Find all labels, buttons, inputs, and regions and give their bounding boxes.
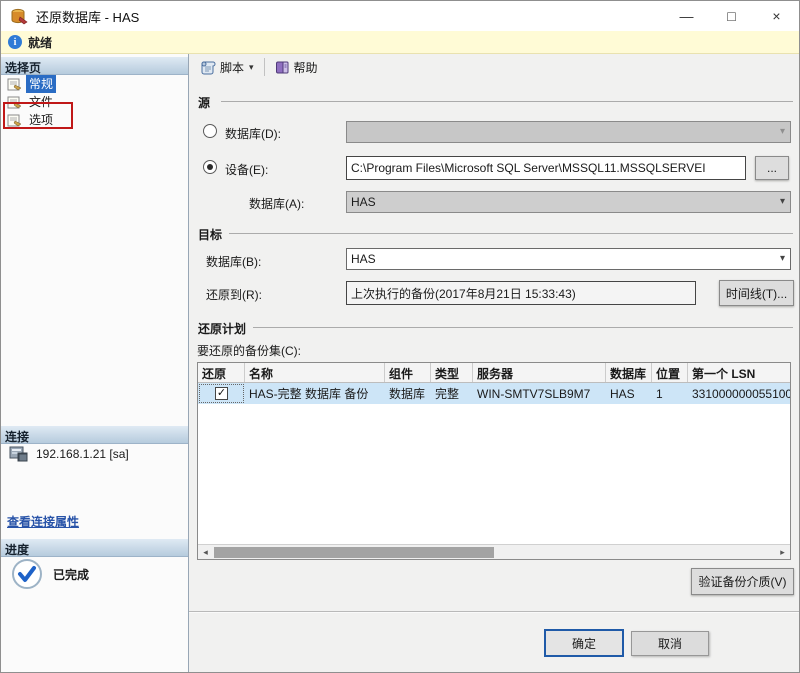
minimize-button[interactable]: — xyxy=(664,1,709,31)
column-header-restore[interactable]: 还原 xyxy=(198,363,245,382)
device-path-input[interactable]: C:\Program Files\Microsoft SQL Server\MS… xyxy=(346,156,746,180)
window-controls: — □ × xyxy=(664,1,799,31)
cancel-button[interactable]: 取消 xyxy=(631,631,709,656)
chevron-down-icon: ▾ xyxy=(249,62,254,73)
view-connection-properties-link[interactable]: 查看连接属性 xyxy=(7,513,79,530)
cell-component: 数据库 xyxy=(385,383,431,404)
footer-separator xyxy=(189,611,800,613)
browse-button[interactable]: ... xyxy=(755,156,789,180)
source-group-line xyxy=(221,101,793,102)
script-icon xyxy=(200,60,216,75)
help-icon xyxy=(275,60,290,75)
cell-database: HAS xyxy=(606,383,652,404)
restore-plan-group-line xyxy=(253,327,793,328)
page-icon xyxy=(7,78,22,91)
target-group-title: 目标 xyxy=(198,226,222,243)
cell-server: WIN-SMTV7SLB9M7 xyxy=(473,383,606,404)
cell-name: HAS-完整 数据库 备份 xyxy=(245,383,385,404)
connection-entry: 192.168.1.21 [sa] xyxy=(9,446,129,462)
window-title: 还原数据库 - HAS xyxy=(36,7,139,26)
chevron-down-icon: ▾ xyxy=(780,126,785,137)
source-database-value: HAS xyxy=(351,195,376,209)
backup-sets-label: 要还原的备份集(C): xyxy=(197,342,301,359)
title-bar: 还原数据库 - HAS — □ × xyxy=(1,1,799,31)
restore-to-input[interactable]: 上次执行的备份(2017年8月21日 15:33:43) xyxy=(346,281,696,305)
device-radio[interactable] xyxy=(203,160,217,174)
progress-status-row: 已完成 xyxy=(11,558,89,590)
source-database-label: 数据库(A): xyxy=(249,195,304,212)
done-check-icon xyxy=(11,558,43,590)
restore-database-icon xyxy=(11,8,28,25)
backup-sets-table: 还原 名称 组件 类型 服务器 数据库 位置 第一个 LSN ✓ HAS-完整 … xyxy=(197,362,791,560)
target-database-select[interactable]: HAS ▾ xyxy=(346,248,791,270)
restore-to-label: 还原到(R): xyxy=(206,286,262,303)
connection-name: 192.168.1.21 [sa] xyxy=(36,447,129,461)
restore-plan-group-title: 还原计划 xyxy=(198,320,246,337)
cell-first-lsn: 33100000005510003 xyxy=(688,383,790,404)
target-group-line xyxy=(229,233,793,234)
table-header-row: 还原 名称 组件 类型 服务器 数据库 位置 第一个 LSN xyxy=(198,363,790,383)
progress-header: 进度 xyxy=(1,539,188,557)
column-header-component[interactable]: 组件 xyxy=(385,363,431,382)
info-icon: i xyxy=(8,35,22,49)
target-database-label: 数据库(B): xyxy=(206,253,261,270)
database-radio[interactable] xyxy=(203,124,217,138)
column-header-position[interactable]: 位置 xyxy=(652,363,688,382)
sidebar-item-label: 常规 xyxy=(26,75,56,93)
scrollbar-thumb[interactable] xyxy=(214,547,494,558)
close-button[interactable]: × xyxy=(754,1,799,31)
cell-type: 完整 xyxy=(431,383,473,404)
source-database-combo: ▾ xyxy=(346,121,791,143)
scroll-right-icon[interactable]: ▸ xyxy=(775,545,790,560)
help-button[interactable]: 帮助 xyxy=(270,57,323,78)
column-header-server[interactable]: 服务器 xyxy=(473,363,606,382)
help-label: 帮助 xyxy=(294,59,318,76)
timeline-button[interactable]: 时间线(T)... xyxy=(719,280,794,306)
column-header-database[interactable]: 数据库 xyxy=(606,363,652,382)
device-radio-label: 设备(E): xyxy=(225,161,268,178)
script-label: 脚本 xyxy=(220,59,244,76)
source-group-title: 源 xyxy=(198,94,210,111)
server-icon xyxy=(9,446,29,462)
target-database-value: HAS xyxy=(351,252,376,266)
red-annotation-box xyxy=(3,102,73,129)
script-button[interactable]: 脚本 ▾ xyxy=(195,57,259,78)
main-panel: 脚本 ▾ 帮助 源 数据库(D): ▾ 设备(E): C:\Program Fi… xyxy=(189,54,800,673)
verify-backup-media-button[interactable]: 验证备份介质(V) xyxy=(691,568,794,595)
database-radio-label: 数据库(D): xyxy=(225,125,281,142)
chevron-down-icon: ▾ xyxy=(780,196,785,207)
source-database-select[interactable]: HAS ▾ xyxy=(346,191,791,213)
connection-header: 连接 xyxy=(1,426,188,444)
status-text: 就绪 xyxy=(28,34,52,51)
progress-status-text: 已完成 xyxy=(53,566,89,583)
toolbar-separator xyxy=(264,58,265,76)
column-header-type[interactable]: 类型 xyxy=(431,363,473,382)
sidebar-item-general[interactable]: 常规 xyxy=(7,75,56,93)
select-page-header: 选择页 xyxy=(1,57,188,75)
maximize-button[interactable]: □ xyxy=(709,1,754,31)
table-row[interactable]: ✓ HAS-完整 数据库 备份 数据库 完整 WIN-SMTV7SLB9M7 H… xyxy=(198,383,790,404)
column-header-name[interactable]: 名称 xyxy=(245,363,385,382)
toolbar: 脚本 ▾ 帮助 xyxy=(189,54,800,80)
restore-checkbox[interactable]: ✓ xyxy=(215,387,228,400)
horizontal-scrollbar[interactable]: ◂ ▸ xyxy=(198,544,790,559)
sidebar: 选择页 常规 文件 选项 连接 xyxy=(1,54,189,673)
restore-database-dialog: 还原数据库 - HAS — □ × i 就绪 选择页 常规 xyxy=(0,0,800,673)
scroll-left-icon[interactable]: ◂ xyxy=(198,545,213,560)
column-header-first-lsn[interactable]: 第一个 LSN xyxy=(688,363,790,382)
restore-checkbox-cell: ✓ xyxy=(198,383,245,404)
cell-position: 1 xyxy=(652,383,688,404)
chevron-down-icon: ▾ xyxy=(780,253,785,264)
status-strip: i 就绪 xyxy=(1,31,799,54)
ok-button[interactable]: 确定 xyxy=(544,629,624,657)
